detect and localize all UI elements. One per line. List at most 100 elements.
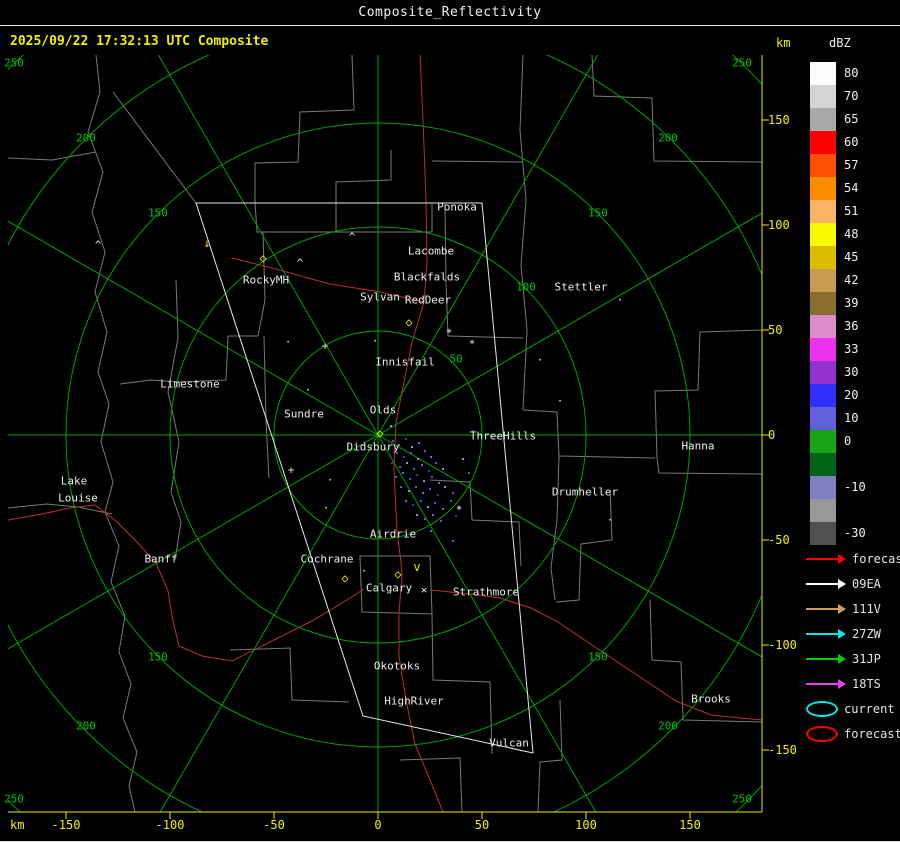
colorbar-value: 30 <box>844 361 858 384</box>
legend-symbol-icon <box>806 583 838 585</box>
reflectivity-echo-dot <box>434 502 436 504</box>
legend-label: forecast <box>844 727 900 741</box>
city-label: Strathmore <box>453 586 519 599</box>
right-axis-km-label: 100 <box>768 218 790 232</box>
colorbar-value: 45 <box>844 246 858 269</box>
city-label: Stettler <box>555 281 608 294</box>
colorbar-swatch <box>810 269 836 292</box>
colorbar-entry: 10 <box>810 407 866 430</box>
reflectivity-echo-dot <box>390 425 392 427</box>
colorbar-swatch <box>810 223 836 246</box>
radar-app-window: Ponoka Lacombe Blackfalds Sylvan RedDeer… <box>0 0 900 842</box>
colorbar-value: 42 <box>844 269 858 292</box>
legend-label: 09EA <box>852 577 881 591</box>
reflectivity-echo-dot <box>417 458 419 460</box>
reflectivity-echo-dot <box>428 470 430 472</box>
reflectivity-echo-dot <box>424 518 426 520</box>
reflectivity-echo-dot <box>452 540 454 542</box>
colorbar-swatch <box>810 246 836 269</box>
reflectivity-echo-dot <box>420 500 422 502</box>
reflectivity-echo-dot <box>405 438 407 440</box>
city-label: Didsbury <box>347 441 400 454</box>
city-label: Innisfail <box>375 356 435 369</box>
town-point-marker: · <box>323 503 330 514</box>
colorbar-value: 70 <box>844 85 858 108</box>
colorbar-entry: 60 <box>810 131 866 154</box>
city-label: Calgary <box>366 582 412 595</box>
colorbar-title: dBZ <box>829 36 851 50</box>
colorbar-value: 0 <box>844 430 851 453</box>
reflectivity-echo-dot <box>435 462 437 464</box>
reflectivity-echo-dot <box>438 482 440 484</box>
colorbar-swatch <box>810 131 836 154</box>
legend-row: forecast <box>806 546 900 571</box>
city-label: Vulcan <box>489 737 529 750</box>
town-point-marker: · <box>537 355 544 366</box>
legend-label: current <box>844 702 895 716</box>
reflectivity-echo-dot <box>409 478 411 480</box>
city-label: HighRiver <box>384 695 444 708</box>
colorbar-swatch <box>810 522 836 545</box>
reflectivity-echo-dot <box>452 492 454 494</box>
town-point-marker: · <box>372 336 379 347</box>
reflectivity-echo-dot <box>431 476 433 478</box>
town-point-marker: ^ <box>297 258 304 269</box>
town-point-marker: * <box>456 505 463 516</box>
range-ring-label: 200 <box>76 132 96 145</box>
range-ring-label: 150 <box>588 207 608 220</box>
storm-track-legend: forecast 09EA 111V 27ZW 31JP <box>806 546 900 746</box>
right-axis-km-label: 50 <box>768 323 782 337</box>
city-label: Sylvan <box>360 291 400 304</box>
reflectivity-echo-dot <box>399 466 401 468</box>
reflectivity-echo-dot <box>408 490 410 492</box>
colorbar-entry: -10 <box>810 476 866 499</box>
range-ring-label: 50 <box>449 353 462 366</box>
reflectivity-echo-dot <box>446 474 448 476</box>
colorbar-entry: 33 <box>810 338 866 361</box>
city-label: Cochrane <box>301 553 354 566</box>
reflectivity-echo-dot <box>423 480 425 482</box>
reflectivity-echo-dot <box>418 442 420 444</box>
legend-row: 09EA <box>806 571 900 596</box>
colorbar-entry <box>810 499 866 522</box>
colorbar-swatch <box>810 407 836 430</box>
range-ring-label: 250 <box>4 57 24 70</box>
range-ring-label: 150 <box>148 207 168 220</box>
reflectivity-echo-dot <box>422 492 424 494</box>
city-label: Brooks <box>691 693 731 706</box>
legend-symbol-icon <box>806 658 838 660</box>
town-point-marker: × <box>421 585 428 596</box>
colorbar-swatch <box>810 499 836 522</box>
colorbar-value: 20 <box>844 384 858 407</box>
colorbar-value: 10 <box>844 407 858 430</box>
colorbar-entry: 45 <box>810 246 866 269</box>
range-ring-label: 250 <box>732 57 752 70</box>
town-point-marker: · <box>305 385 312 396</box>
colorbar-swatch <box>810 384 836 407</box>
bottom-axis-km-label: 100 <box>575 818 597 832</box>
colorbar-entry: 70 <box>810 85 866 108</box>
colorbar-value: 54 <box>844 177 858 200</box>
legend-label: 27ZW <box>852 627 881 641</box>
legend-row: current <box>806 696 900 721</box>
radar-site-marker: v <box>413 561 420 573</box>
colorbar-swatch <box>810 453 836 476</box>
colorbar-entry: 48 <box>810 223 866 246</box>
radar-site-marker: ◇ <box>259 252 266 264</box>
right-axis-km-label: -100 <box>768 638 797 652</box>
reflectivity-echo-dot <box>444 486 446 488</box>
colorbar-value: 60 <box>844 131 858 154</box>
bottom-axis-unit-label: km <box>10 818 24 832</box>
range-ring-label: 250 <box>4 793 24 806</box>
reflectivity-echo-dot <box>432 514 434 516</box>
colorbar-swatch <box>810 200 836 223</box>
town-point-marker: · <box>557 396 564 407</box>
colorbar-swatch <box>810 430 836 453</box>
right-axis-km-label: -150 <box>768 743 797 757</box>
range-ring-label: 200 <box>76 720 96 733</box>
reflectivity-echo-dot <box>411 446 413 448</box>
reflectivity-echo-dot <box>400 486 402 488</box>
city-label: Louise <box>58 492 98 505</box>
title-bar: Composite_Reflectivity <box>0 0 900 26</box>
bottom-axis-km-label: 0 <box>374 818 381 832</box>
